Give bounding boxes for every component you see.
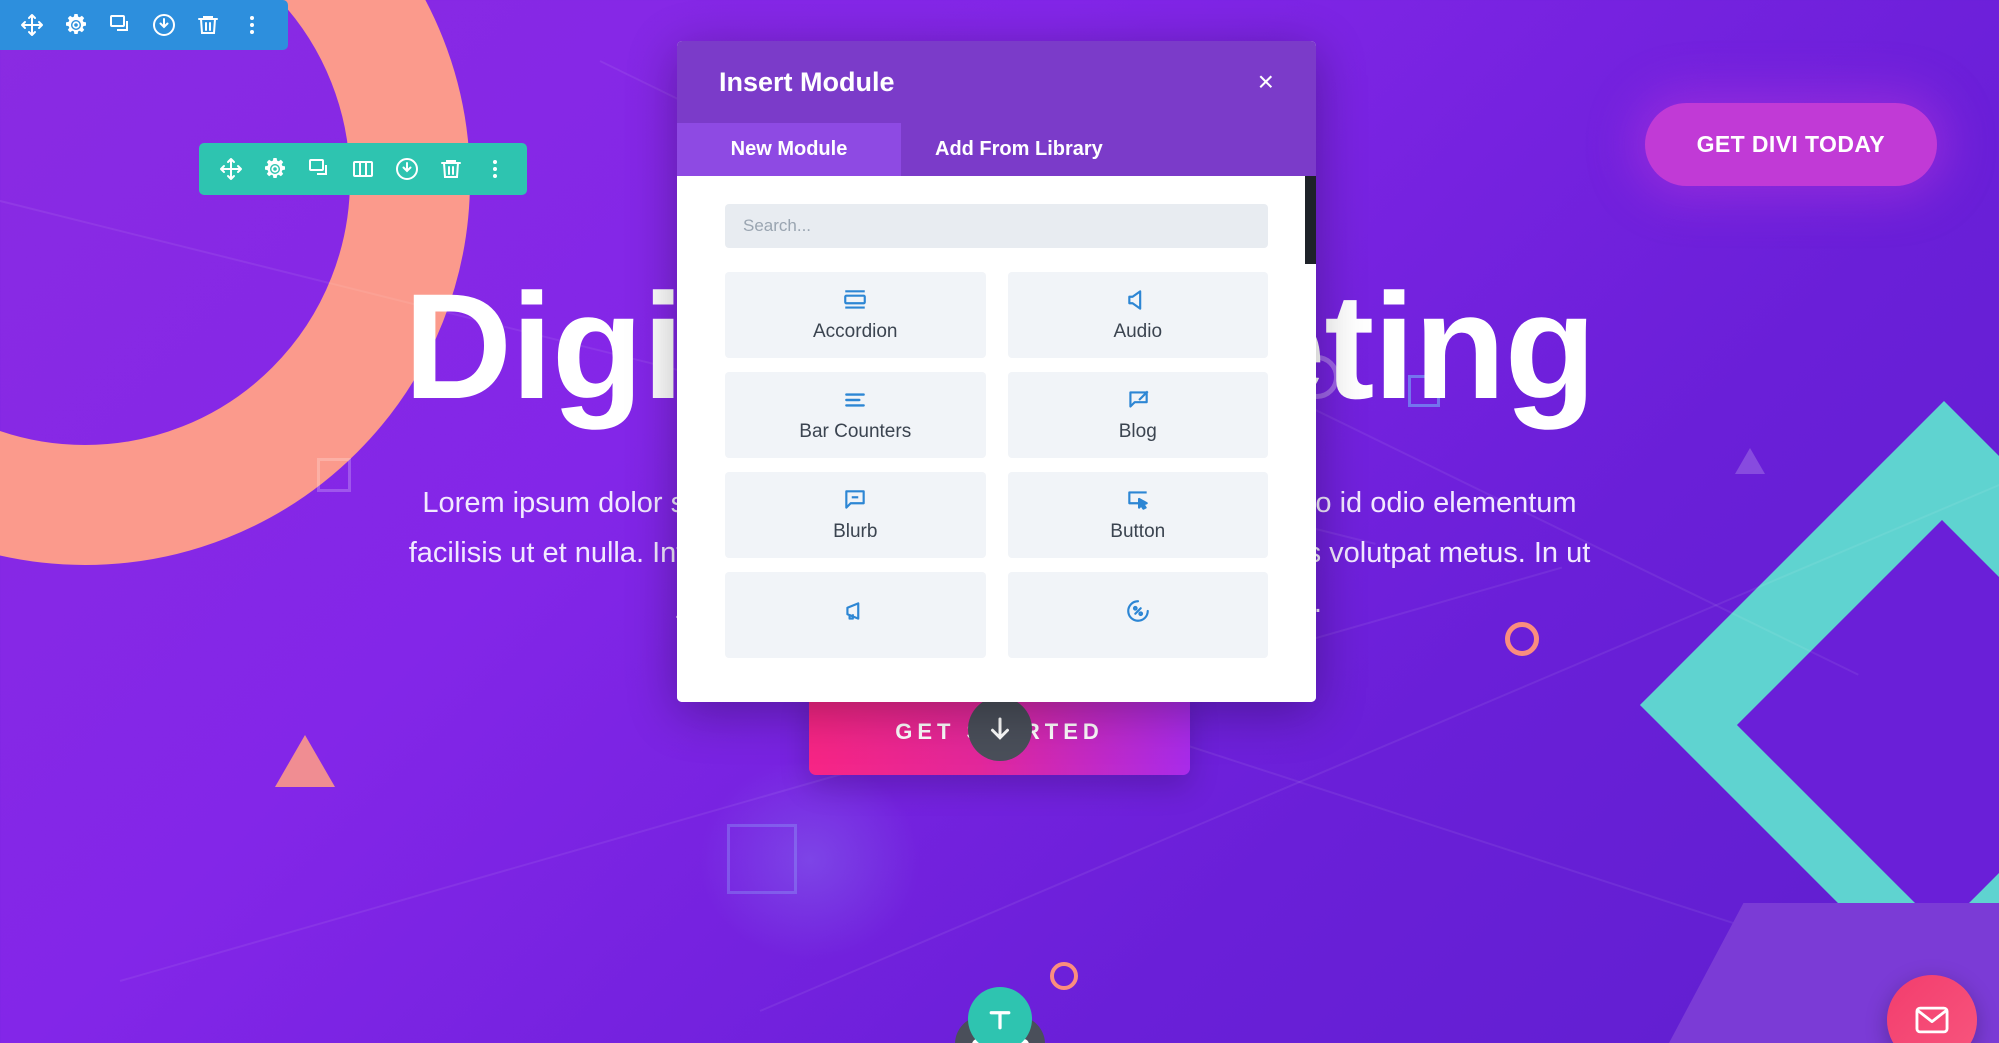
module-card-label: Accordion	[813, 321, 898, 342]
move-icon[interactable]	[209, 146, 253, 192]
module-card-label: Blog	[1118, 421, 1157, 442]
builder-toggle-button[interactable]	[968, 987, 1032, 1043]
module-card-accordion[interactable]: Accordion	[725, 272, 986, 358]
module-card-bar-counters[interactable]: Bar Counters	[725, 372, 986, 458]
circle-counter-icon	[1125, 598, 1151, 624]
bar-counters-icon	[842, 387, 868, 413]
duplicate-icon[interactable]	[297, 146, 341, 192]
more-options-icon[interactable]	[230, 2, 274, 48]
blog-icon	[1125, 387, 1151, 413]
row-toolbar[interactable]	[199, 143, 527, 195]
tab-add-from-library[interactable]: Add From Library	[901, 123, 1137, 176]
trash-icon[interactable]	[186, 2, 230, 48]
modal-title: Insert Module	[719, 66, 895, 97]
blurb-icon	[842, 487, 868, 513]
gear-icon[interactable]	[54, 2, 98, 48]
module-grid: Accordion Audio Bar Counters Blog Blurb …	[725, 272, 1268, 658]
get-divi-today-button[interactable]: GET DIVI TODAY	[1644, 103, 1937, 186]
close-icon[interactable]: ×	[1248, 62, 1284, 102]
module-card-audio[interactable]: Audio	[1007, 272, 1268, 358]
save-to-library-icon[interactable]	[385, 146, 429, 192]
accordion-icon	[842, 287, 868, 313]
button-icon	[1125, 487, 1151, 513]
call-to-action-icon	[842, 598, 868, 624]
trash-icon[interactable]	[429, 146, 473, 192]
modal-header: Insert Module ×	[677, 41, 1316, 123]
modal-body: Accordion Audio Bar Counters	[677, 176, 1316, 702]
save-to-library-icon[interactable]	[142, 2, 186, 48]
module-card-label: Blurb	[833, 521, 878, 542]
move-icon[interactable]	[10, 2, 54, 48]
modal-scrollbar-thumb[interactable]	[1305, 176, 1316, 264]
insert-module-modal: Insert Module × New Module Add From Libr…	[677, 41, 1316, 702]
module-card-blurb[interactable]: Blurb	[725, 472, 986, 558]
module-card-button[interactable]: Button	[1007, 472, 1268, 558]
add-section-arrow-button[interactable]	[968, 697, 1032, 761]
modal-scrollbar[interactable]	[1305, 176, 1316, 702]
gear-icon[interactable]	[253, 146, 297, 192]
more-options-icon[interactable]	[473, 146, 517, 192]
module-card-label: Button	[1110, 521, 1166, 542]
module-card-circle-counter[interactable]	[1007, 572, 1268, 658]
search-input[interactable]	[725, 204, 1268, 248]
tab-new-module[interactable]: New Module	[677, 123, 901, 176]
audio-icon	[1125, 287, 1151, 313]
module-card-label: Audio	[1113, 321, 1163, 342]
modal-tabs: New Module Add From Library	[677, 123, 1316, 176]
section-toolbar[interactable]	[0, 0, 288, 50]
module-card-call-to-action[interactable]	[725, 572, 986, 658]
duplicate-icon[interactable]	[98, 2, 142, 48]
module-card-label: Bar Counters	[799, 421, 912, 442]
columns-icon[interactable]	[341, 146, 385, 192]
module-card-blog[interactable]: Blog	[1007, 372, 1268, 458]
